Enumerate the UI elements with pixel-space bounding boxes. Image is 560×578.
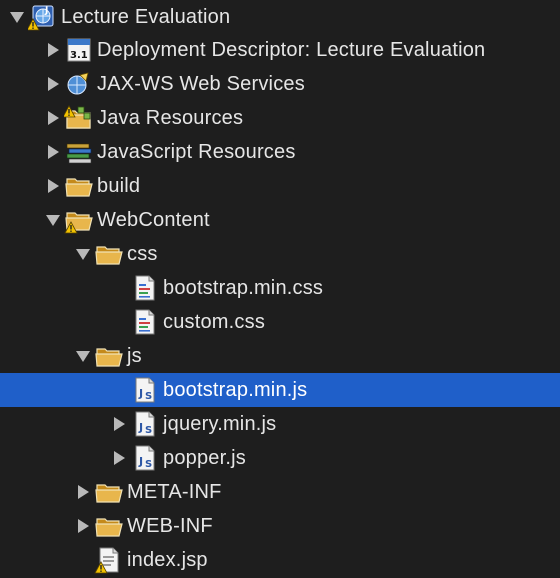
tree-item-jquery-js[interactable]: jquery.min.js	[0, 407, 560, 441]
tree-item-javascript-resources[interactable]: JavaScript Resources	[0, 135, 560, 169]
tree-item-deployment-descriptor[interactable]: 3.1 Deployment Descriptor: Lecture Evalu…	[0, 33, 560, 67]
jsp-file-warning-icon	[94, 545, 124, 575]
tree-item-bootstrap-css[interactable]: bootstrap.min.css	[0, 271, 560, 305]
tree-item-label: Lecture Evaluation	[61, 5, 231, 28]
tree-item-custom-css[interactable]: custom.css	[0, 305, 560, 339]
tree-item-label: build	[97, 174, 141, 197]
css-file-icon	[130, 273, 160, 303]
expand-arrow-icon[interactable]	[42, 169, 64, 203]
collapse-arrow-icon[interactable]	[72, 237, 94, 271]
tree-item-label: bootstrap.min.js	[163, 378, 308, 401]
tree-item-meta-inf[interactable]: META-INF	[0, 475, 560, 509]
tree-item-label: WEB-INF	[127, 514, 213, 537]
tree-item-label: custom.css	[163, 310, 266, 333]
javascript-resources-icon	[64, 137, 94, 167]
tree-item-label: bootstrap.min.css	[163, 276, 324, 299]
expand-arrow-icon[interactable]	[42, 67, 64, 101]
expand-arrow-icon[interactable]	[42, 101, 64, 135]
tree-item-label: css	[127, 242, 158, 265]
expand-arrow-icon[interactable]	[108, 407, 130, 441]
folder-icon	[94, 477, 124, 507]
folder-open-icon	[94, 341, 124, 371]
collapse-arrow-icon[interactable]	[6, 0, 28, 34]
folder-warning-icon	[64, 205, 94, 235]
tree-item-webcontent[interactable]: WebContent	[0, 203, 560, 237]
tree-item-label: JAX-WS Web Services	[97, 72, 305, 95]
web-services-icon	[64, 69, 94, 99]
tree-item-label: Deployment Descriptor: Lecture Evaluatio…	[97, 38, 486, 61]
css-file-icon	[130, 307, 160, 337]
collapse-arrow-icon[interactable]	[72, 339, 94, 373]
project-explorer-tree: J Lecture Evaluation 3.1 Deployment Desc…	[0, 0, 560, 578]
tree-item-index-jsp[interactable]: index.jsp	[0, 543, 560, 577]
tree-item-label: Java Resources	[97, 106, 244, 129]
java-resources-icon	[64, 103, 94, 133]
expand-arrow-icon[interactable]	[72, 475, 94, 509]
tree-item-label: popper.js	[163, 446, 246, 469]
folder-icon	[94, 511, 124, 541]
folder-icon	[64, 171, 94, 201]
tree-item-js-folder[interactable]: js	[0, 339, 560, 373]
tree-item-label: META-INF	[127, 480, 222, 503]
tree-item-java-resources[interactable]: Java Resources	[0, 101, 560, 135]
tree-item-web-inf[interactable]: WEB-INF	[0, 509, 560, 543]
tree-item-label: index.jsp	[127, 548, 208, 571]
deployment-descriptor-icon: 3.1	[64, 35, 94, 65]
tree-item-label: JavaScript Resources	[97, 140, 296, 163]
tree-item-popper-js[interactable]: popper.js	[0, 441, 560, 475]
expand-arrow-icon[interactable]	[42, 33, 64, 67]
js-file-icon	[130, 409, 160, 439]
tree-item-bootstrap-js[interactable]: bootstrap.min.js	[0, 373, 560, 407]
expand-arrow-icon[interactable]	[108, 441, 130, 475]
js-file-icon	[130, 375, 160, 405]
expand-arrow-icon[interactable]	[42, 135, 64, 169]
collapse-arrow-icon[interactable]	[42, 203, 64, 237]
js-file-icon	[130, 443, 160, 473]
web-project-icon: J	[28, 2, 58, 32]
version-badge: 3.1	[70, 50, 88, 61]
tree-item-label: jquery.min.js	[163, 412, 277, 435]
expand-arrow-icon[interactable]	[72, 509, 94, 543]
tree-item-css-folder[interactable]: css	[0, 237, 560, 271]
tree-item-jax-ws[interactable]: JAX-WS Web Services	[0, 67, 560, 101]
tree-item-build[interactable]: build	[0, 169, 560, 203]
folder-open-icon	[94, 239, 124, 269]
tree-item-project[interactable]: J Lecture Evaluation	[0, 0, 560, 34]
svg-text:J: J	[44, 6, 48, 16]
tree-item-label: WebContent	[97, 208, 210, 231]
tree-item-label: js	[127, 344, 142, 367]
